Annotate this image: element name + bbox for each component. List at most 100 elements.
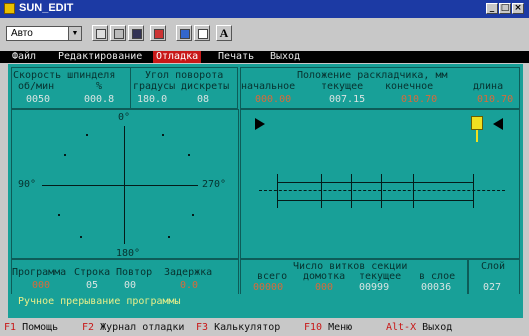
dial-label-top: 0° [118, 112, 131, 123]
dial-tick [64, 154, 66, 156]
winding-axis [259, 190, 505, 191]
dial-tick [58, 214, 60, 216]
dial-label-bottom: 180° [116, 248, 141, 259]
chevron-down-icon[interactable]: ▼ [68, 27, 81, 40]
speed-rpm-value: 0050 [26, 94, 51, 105]
winding-left-flange [277, 174, 278, 208]
window-title: SUN_EDIT [19, 2, 74, 14]
fkey-calculator[interactable]: F3 Калькулятор [196, 320, 280, 336]
dial-tick [80, 236, 82, 238]
program-col-line: Строка [74, 267, 111, 278]
menu-exit[interactable]: Выход [270, 51, 300, 63]
turns-panel: Число витков секции всего домотка текуще… [240, 259, 468, 295]
turns-col-current: текущее [359, 271, 402, 282]
menu-print[interactable]: Печать [218, 51, 254, 63]
mode-combo-value: Авто [11, 28, 33, 39]
dial-tick [188, 154, 190, 156]
winding-divider [413, 174, 414, 208]
position-length-value: 010.70 [477, 94, 514, 105]
angle-degrees-value: 180.0 [137, 94, 168, 105]
minimize-button[interactable]: _ [486, 3, 498, 14]
fkey-help[interactable]: F1 Помощь [4, 320, 58, 336]
fkey-menu[interactable]: F10 Меню [304, 320, 352, 336]
end-marker-icon [493, 118, 503, 130]
angle-unit-degrees: градусы [133, 81, 176, 92]
speed-title: Скорость шпинделя [13, 70, 116, 81]
program-delay-value: 0.0 [180, 280, 199, 291]
rotation-dial-panel: 0° 90° 270° 180° [11, 109, 239, 259]
speed-panel: Скорость шпинделя об/мин % 0050 000.8 [11, 67, 131, 109]
position-end-value: 010.70 [401, 94, 438, 105]
winding-divider [321, 174, 322, 208]
program-panel: Программа Строка Повтор Задержка 000 05 … [11, 259, 239, 295]
fkey-exit[interactable]: Alt-X Выход [386, 320, 452, 336]
dial-horizontal-axis [42, 185, 198, 186]
dial-tick [168, 236, 170, 238]
speed-percent-value: 000.8 [84, 94, 115, 105]
maximize-button[interactable]: □ [499, 3, 511, 14]
program-col-program: Программа [12, 267, 67, 278]
menu-debug[interactable]: Отладка [153, 51, 202, 63]
main-screen: Скорость шпинделя об/мин % 0050 000.8 Уг… [8, 64, 523, 318]
program-col-delay: Задержка [164, 267, 213, 278]
turns-col-extra: домотка [303, 271, 346, 282]
dial-tick [192, 214, 194, 216]
position-col-end: конечное [385, 81, 434, 92]
speed-unit-rpm: об/мин [18, 81, 55, 92]
position-panel: Положение раскладчика, мм начальное теку… [240, 67, 520, 109]
status-line: Ручное прерывание программы [8, 294, 523, 310]
turns-total-value: 00000 [253, 282, 284, 293]
program-col-repeat: Повтор [116, 267, 153, 278]
layer-value: 027 [483, 282, 502, 293]
save-button[interactable] [128, 25, 144, 41]
winding-right-flange [473, 174, 474, 208]
program-line-value: 05 [86, 280, 99, 291]
layer-title: Слой [481, 261, 506, 272]
menu-edit[interactable]: Редактирование [58, 51, 142, 63]
dial-label-left: 90° [18, 179, 37, 190]
mode-combo[interactable]: Авто ▼ [6, 26, 82, 41]
window-button[interactable] [176, 25, 192, 41]
dial-tick [86, 134, 88, 136]
font-button[interactable]: A [216, 25, 232, 41]
position-title: Положение раскладчика, мм [297, 70, 448, 81]
status-message: Ручное прерывание программы [18, 296, 181, 307]
winding-bottom-line [277, 200, 473, 201]
close-button[interactable]: × [512, 3, 524, 14]
position-col-current: текущее [321, 81, 364, 92]
copy-button[interactable] [110, 25, 126, 41]
print-button[interactable] [194, 25, 210, 41]
menu-file[interactable]: Файл [12, 51, 36, 63]
angle-title: Угол поворота [145, 70, 224, 81]
carriage-pointer [476, 130, 478, 142]
position-col-start: начальное [241, 81, 296, 92]
turns-col-total: всего [257, 271, 288, 282]
traverse-panel [240, 109, 520, 259]
carriage-icon [471, 116, 483, 130]
position-start-value: 000.00 [255, 94, 292, 105]
layer-panel: Слой 027 [468, 259, 520, 295]
program-number-value: 000 [32, 280, 51, 291]
new-file-button[interactable] [92, 25, 108, 41]
start-marker-icon [255, 118, 265, 130]
turns-col-per-layer: в слое [419, 271, 456, 282]
angle-steps-value: 08 [197, 94, 210, 105]
angle-panel: Угол поворота градусы дискреты 180.0 08 [130, 67, 238, 109]
angle-unit-steps: дискреты [181, 81, 230, 92]
position-current-value: 007.15 [329, 94, 366, 105]
fkey-debug-log[interactable]: F2 Журнал отладки [82, 320, 184, 336]
function-key-bar: F1 Помощь F2 Журнал отладки F3 Калькулят… [0, 320, 529, 336]
dial-label-right: 270° [202, 179, 227, 190]
title-bar: SUN_EDIT _ □ × [0, 0, 529, 18]
turns-current-value: 00999 [359, 282, 390, 293]
position-col-length: длина [473, 81, 504, 92]
turns-extra-value: 000 [315, 282, 334, 293]
winding-divider [351, 174, 352, 208]
program-repeat-value: 00 [124, 280, 137, 291]
speed-unit-percent: % [96, 81, 103, 92]
winding-divider [381, 174, 382, 208]
winding-top-line [277, 182, 473, 183]
turns-per-layer-value: 00036 [421, 282, 452, 293]
grid-button[interactable] [150, 25, 166, 41]
app-icon [4, 3, 15, 14]
